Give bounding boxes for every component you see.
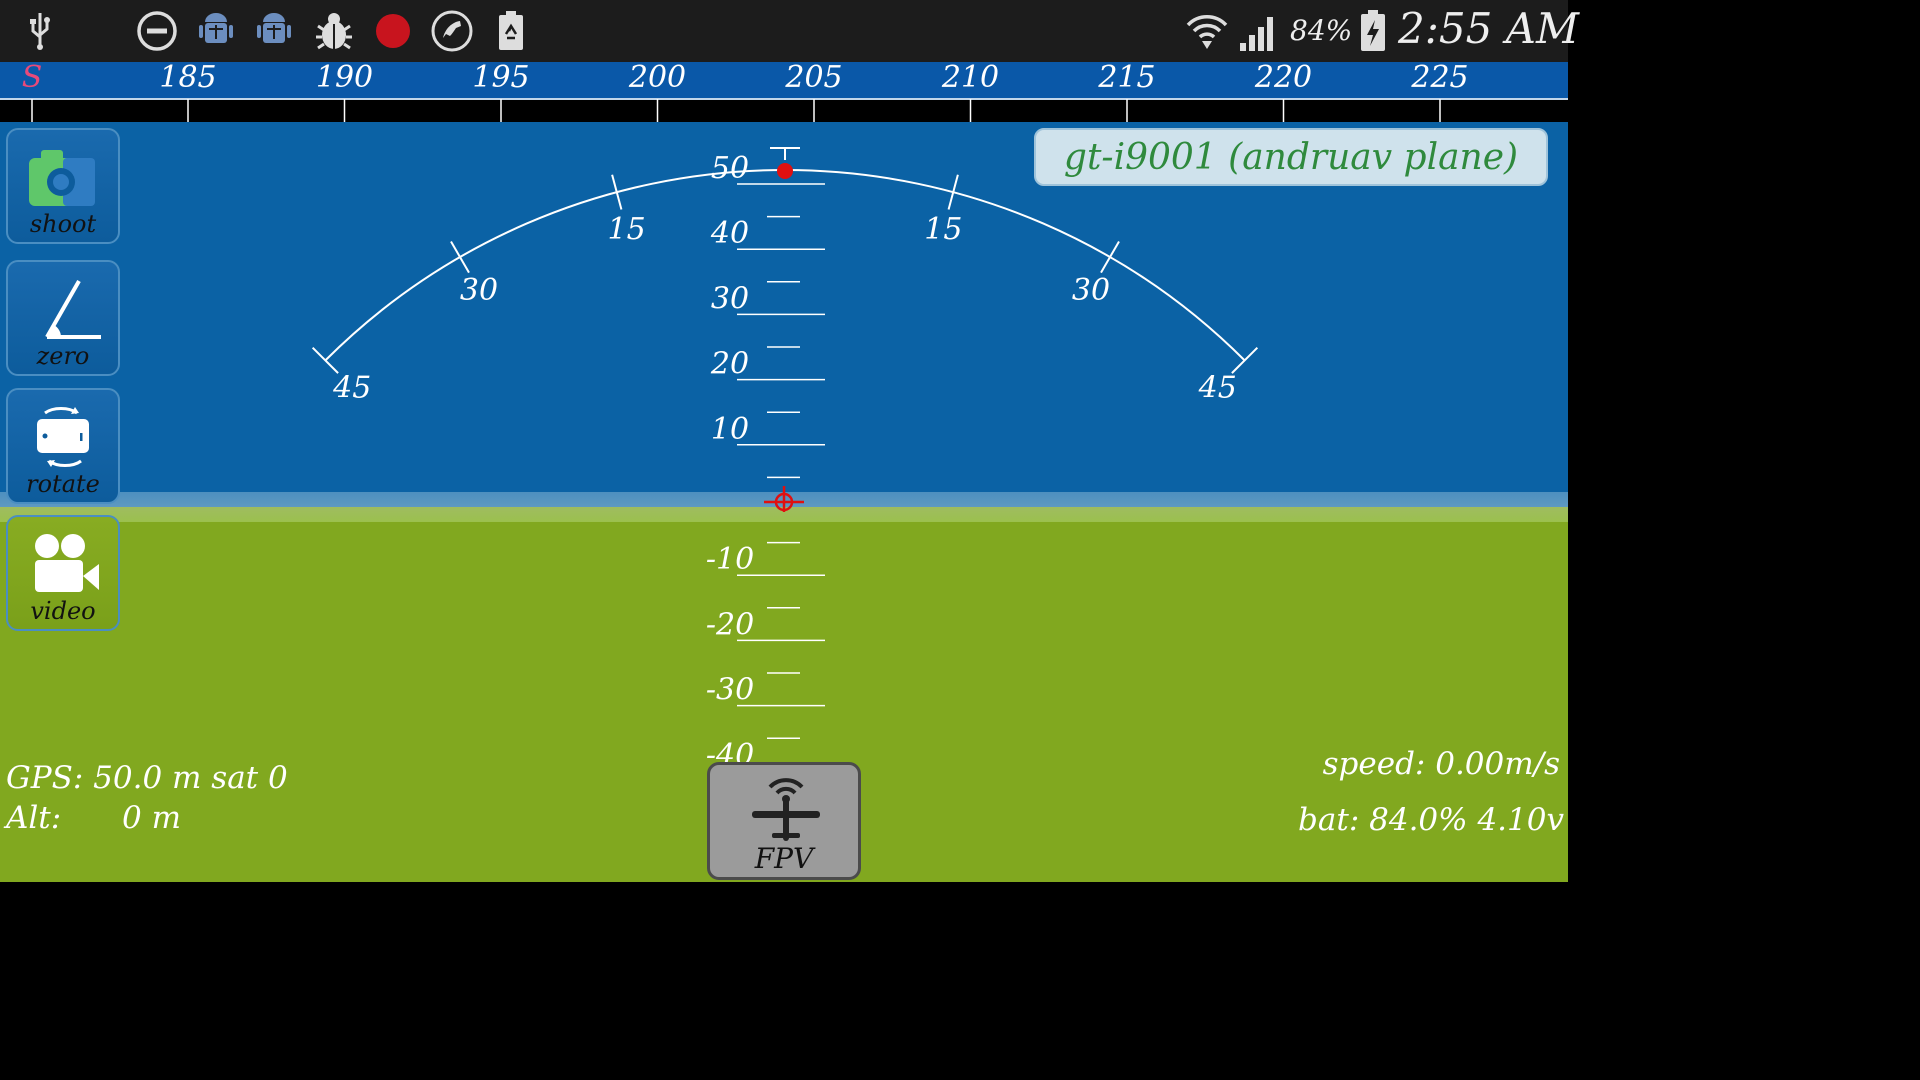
attitude-marker-dot xyxy=(777,163,793,179)
roll-label: 45 xyxy=(1198,370,1237,405)
shoot-label: shoot xyxy=(29,210,97,238)
roll-arc xyxy=(324,169,1246,362)
video-label: video xyxy=(30,597,96,625)
gps-readout: GPS: 50.0 m sat 0 xyxy=(6,760,288,796)
pitch-label: -30 xyxy=(706,673,754,708)
pitch-label: -10 xyxy=(706,542,754,577)
rotate-button[interactable]: rotate xyxy=(6,388,120,504)
alt-label: Alt: xyxy=(6,800,62,836)
zero-label: zero xyxy=(36,342,90,370)
shoot-button[interactable]: shoot xyxy=(6,128,120,244)
pitch-label: 30 xyxy=(711,281,749,316)
pitch-label: 10 xyxy=(711,412,749,447)
video-button[interactable]: video xyxy=(6,515,120,631)
pitch-label: 20 xyxy=(710,347,749,382)
angle-icon xyxy=(8,272,118,348)
speed-readout: speed: 0.00m/s xyxy=(1322,746,1560,782)
roll-tick xyxy=(450,240,470,274)
roll-label: 30 xyxy=(1072,273,1110,308)
roll-label: 15 xyxy=(608,212,646,247)
pitch-label: 50 xyxy=(711,151,749,186)
pitch-label: -20 xyxy=(706,607,754,642)
roll-label: 30 xyxy=(460,273,498,308)
rotate-screen-icon xyxy=(8,400,118,476)
roll-label: 45 xyxy=(332,370,371,405)
camera-icon xyxy=(8,140,118,216)
battery-readout: bat: 84.0% 4.10v xyxy=(1298,802,1564,838)
device-name-label[interactable]: gt-i9001 (andruav plane) xyxy=(1034,128,1548,186)
video-camera-icon xyxy=(8,527,118,603)
alt-value: 0 m xyxy=(122,800,181,836)
roll-tick xyxy=(1100,240,1120,274)
roll-label: 15 xyxy=(924,212,962,247)
plane-broadcast-icon xyxy=(752,778,820,841)
pitch-label: 40 xyxy=(710,216,749,251)
fpv-label: FPV xyxy=(754,842,814,875)
rotate-label: rotate xyxy=(26,470,100,498)
fpv-button[interactable]: FPV xyxy=(707,762,861,880)
zero-button[interactable]: zero xyxy=(6,260,120,376)
